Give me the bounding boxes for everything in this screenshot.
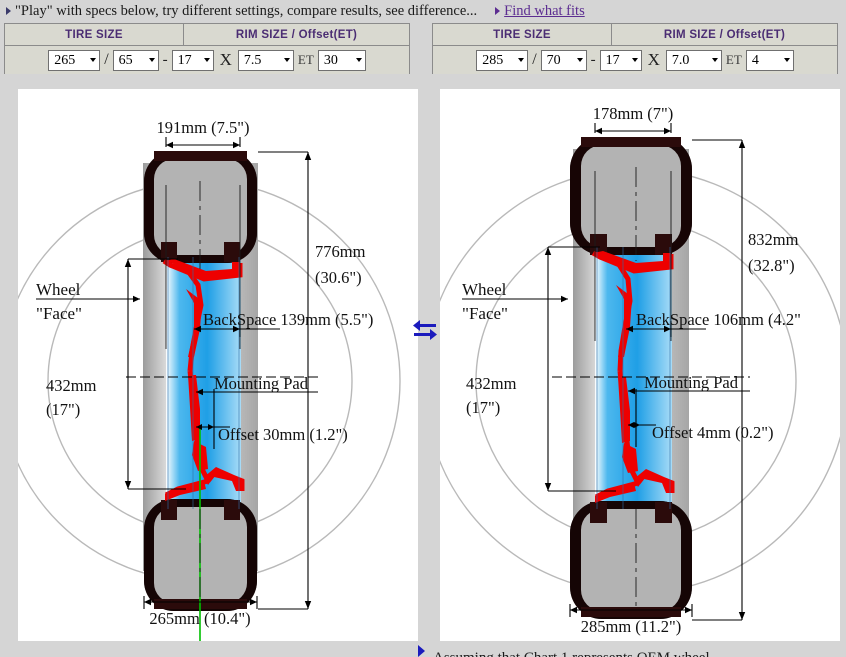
mounting-pad-label: Mounting Pad bbox=[214, 374, 309, 393]
tire-width-select-right[interactable]: 285 bbox=[476, 49, 529, 71]
slash-separator: / bbox=[104, 51, 109, 68]
spec-controls-row-left: 265 / 65 - 17 X 7.5 ET 30 bbox=[5, 46, 409, 74]
wheel-face-label-2: "Face" bbox=[462, 304, 508, 323]
triangle-right-icon bbox=[418, 645, 425, 657]
rim-diameter-label-2: (17") bbox=[466, 398, 500, 417]
chevron-down-icon bbox=[631, 58, 638, 62]
offset-et-value: 4 bbox=[751, 52, 759, 68]
et-label: ET bbox=[297, 52, 314, 67]
tire-width-value: 285 bbox=[482, 52, 504, 68]
rim-width-dimension bbox=[165, 137, 241, 149]
offset-et-select-left[interactable]: 30 bbox=[317, 49, 366, 71]
multiply-separator: X bbox=[219, 50, 232, 69]
tire-width-value: 265 bbox=[54, 52, 76, 68]
chevron-down-icon bbox=[576, 58, 583, 62]
rim-size-header: RIM SIZE / Offset(ET) bbox=[235, 28, 358, 41]
rim-diameter-value: 17 bbox=[177, 52, 192, 68]
et-label: ET bbox=[725, 52, 742, 67]
chevron-down-icon bbox=[518, 58, 525, 62]
section-width-label: 265mm (10.4") bbox=[149, 609, 250, 628]
rim-diameter-label-2: (17") bbox=[46, 400, 80, 419]
rim-width-select-right[interactable]: 7.0 bbox=[665, 49, 722, 71]
overall-diameter-label-2: (30.6") bbox=[315, 268, 362, 287]
spec-header-row-right: TIRE SIZE RIM SIZE / Offset(ET) bbox=[433, 24, 837, 46]
multiply-separator: X bbox=[647, 50, 660, 69]
tire-cross-section-bottom bbox=[570, 501, 692, 619]
offset-et-value: 30 bbox=[323, 52, 338, 68]
spec-controls-row-right: 285 / 70 - 17 X 7.0 ET 4 bbox=[433, 46, 837, 74]
rim-width-label: 178mm (7") bbox=[593, 104, 674, 123]
rim-diameter-select-left[interactable]: 17 bbox=[171, 49, 214, 71]
chevron-down-icon bbox=[203, 58, 210, 62]
chevron-down-icon bbox=[148, 58, 155, 62]
overall-diameter-label-1: 776mm bbox=[315, 242, 366, 261]
dash-separator: - bbox=[162, 51, 168, 68]
chevron-down-icon bbox=[711, 58, 718, 62]
swap-arrows-icon[interactable] bbox=[412, 318, 438, 340]
aspect-ratio-select-right[interactable]: 70 bbox=[540, 49, 587, 71]
rim-diameter-label-1: 432mm bbox=[46, 376, 97, 395]
bottom-note: Assuming that Chart 1 represents OEM whe… bbox=[0, 645, 846, 657]
section-width-label: 285mm (11.2") bbox=[581, 617, 682, 636]
bottom-note-text: Assuming that Chart 1 represents OEM whe… bbox=[433, 650, 721, 657]
wheel-diagram-right: 178mm (7") 832mm (32.8") Wheel "Face" Ba… bbox=[440, 89, 840, 641]
wheel-face-label-2: "Face" bbox=[36, 304, 82, 323]
tire-size-header: TIRE SIZE bbox=[433, 24, 612, 45]
chevron-down-icon bbox=[783, 58, 790, 62]
wheel-face-label-1: Wheel bbox=[462, 280, 507, 299]
triangle-right-icon bbox=[6, 7, 11, 15]
rim-size-header: RIM SIZE / Offset(ET) bbox=[663, 28, 786, 41]
find-what-fits-link-wrap[interactable]: Find what fits bbox=[495, 3, 585, 20]
mounting-pad-label: Mounting Pad bbox=[644, 373, 739, 392]
spec-selector-left: TIRE SIZE RIM SIZE / Offset(ET) 265 / 65… bbox=[4, 23, 410, 74]
chevron-down-icon bbox=[283, 58, 290, 62]
tire-width-select-left[interactable]: 265 bbox=[48, 49, 101, 71]
rim-diameter-label-1: 432mm bbox=[466, 374, 517, 393]
wheel-face-label-1: Wheel bbox=[36, 280, 81, 299]
find-what-fits-link[interactable]: Find what fits bbox=[504, 3, 585, 20]
backspace-label: BackSpace 139mm (5.5") bbox=[203, 310, 373, 329]
wheel-diagram-left: 191mm (7.5") 776mm (30.6") Wheel "Face" bbox=[18, 89, 418, 641]
offset-label: Offset 4mm (0.2") bbox=[652, 423, 773, 442]
chevron-down-icon bbox=[90, 58, 97, 62]
spec-header-row-left: TIRE SIZE RIM SIZE / Offset(ET) bbox=[5, 24, 409, 46]
tire-comparison-page: "Play" with specs below, try different s… bbox=[0, 0, 846, 657]
aspect-ratio-value: 70 bbox=[546, 52, 561, 68]
dash-separator: - bbox=[590, 51, 596, 68]
overall-diameter-label-1: 832mm bbox=[748, 230, 799, 249]
triangle-right-icon bbox=[495, 7, 501, 15]
chevron-down-icon bbox=[355, 58, 362, 62]
rim-diameter-select-right[interactable]: 17 bbox=[599, 49, 642, 71]
rim-width-label: 191mm (7.5") bbox=[157, 118, 250, 137]
rim-width-dimension bbox=[594, 123, 672, 135]
tire-cross-section-top bbox=[570, 137, 692, 255]
rim-width-value: 7.0 bbox=[671, 52, 690, 68]
instruction-bar: "Play" with specs below, try different s… bbox=[0, 0, 846, 22]
rim-width-value: 7.5 bbox=[243, 52, 262, 68]
tire-size-header: TIRE SIZE bbox=[5, 24, 184, 45]
offset-et-select-right[interactable]: 4 bbox=[745, 49, 794, 71]
rim-diameter-value: 17 bbox=[605, 52, 620, 68]
offset-label: Offset 30mm (1.2") bbox=[218, 425, 348, 444]
overall-diameter-label-2: (32.8") bbox=[748, 256, 795, 275]
slash-separator: / bbox=[532, 51, 537, 68]
backspace-label: BackSpace 106mm (4.2" bbox=[636, 310, 801, 329]
instruction-text: "Play" with specs below, try different s… bbox=[15, 2, 478, 19]
rim-width-select-left[interactable]: 7.5 bbox=[237, 49, 294, 71]
spec-selector-right: TIRE SIZE RIM SIZE / Offset(ET) 285 / 70… bbox=[432, 23, 838, 74]
aspect-ratio-select-left[interactable]: 65 bbox=[112, 49, 159, 71]
aspect-ratio-value: 65 bbox=[118, 52, 133, 68]
